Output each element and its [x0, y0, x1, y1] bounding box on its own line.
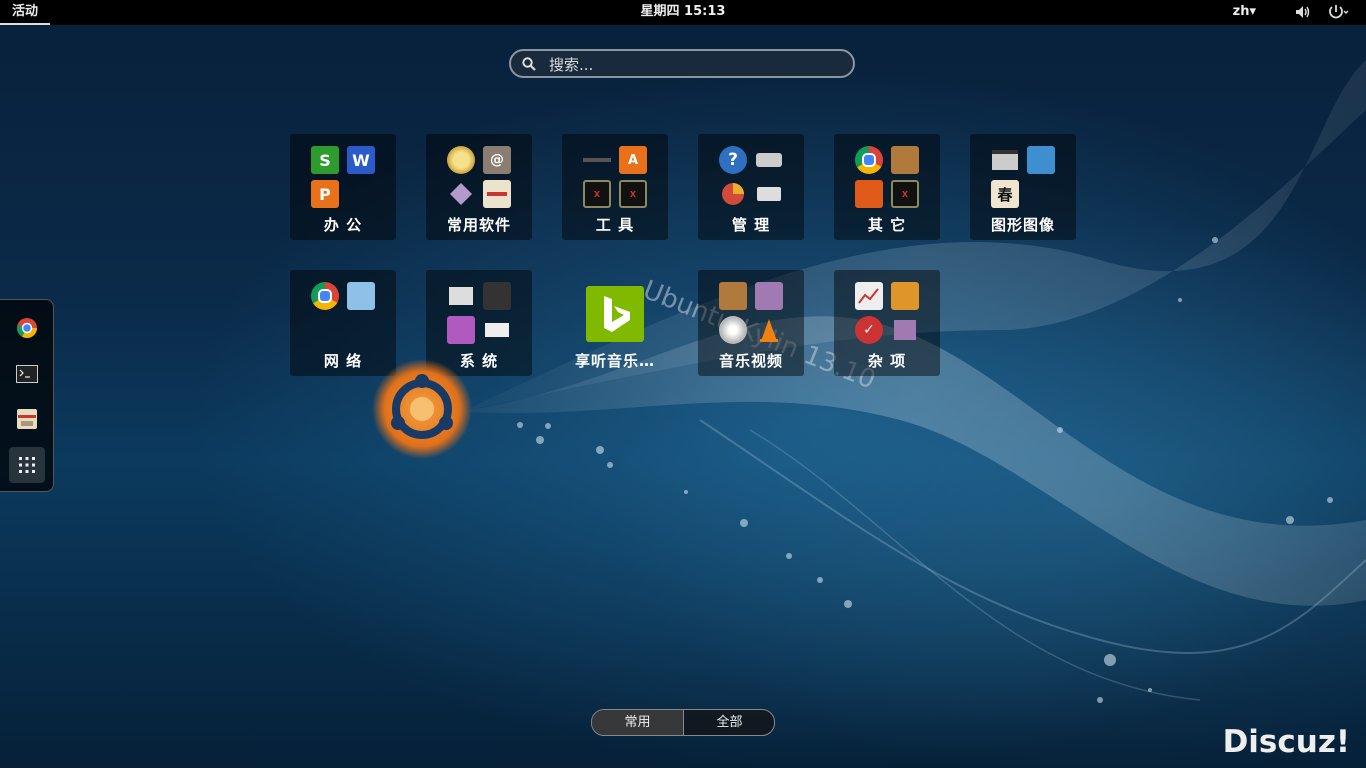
- chrome-icon: [855, 146, 883, 174]
- chat-icon: [347, 282, 375, 310]
- file-cabinet-icon: [483, 180, 511, 208]
- package-icon: [891, 146, 919, 174]
- cd-icon: [719, 316, 747, 344]
- folder-label: 管 理: [731, 216, 771, 234]
- wallpaper-wave: [470, 60, 1366, 703]
- power-icon[interactable]: [1328, 4, 1350, 20]
- folder-misc[interactable]: ✓ 杂 项: [834, 270, 940, 376]
- folder-label: 音乐视频: [718, 352, 783, 370]
- folder-label: 常用软件: [446, 216, 511, 234]
- folder-label: 工 具: [595, 216, 635, 234]
- file-cabinet-icon: [17, 409, 37, 429]
- dash-item-chrome[interactable]: [9, 310, 45, 346]
- chrome-icon: [16, 318, 37, 338]
- folder-other[interactable]: X 其 它: [834, 134, 940, 240]
- search-icon: [522, 57, 536, 71]
- terminal-icon: [16, 365, 38, 383]
- lock-safe-icon: [483, 282, 511, 310]
- watermark: Discuz!: [1222, 724, 1350, 760]
- search-input[interactable]: [547, 51, 841, 79]
- dash: [0, 299, 54, 492]
- keyboard-icon: [583, 146, 611, 174]
- network-icon: [891, 316, 919, 344]
- vlc-icon: [755, 316, 783, 344]
- show-apps-button[interactable]: [9, 447, 45, 483]
- webcam-icon: [755, 282, 783, 310]
- volume-icon[interactable]: [1295, 5, 1311, 19]
- edit-tool-icon: [447, 282, 475, 310]
- chart-icon: [855, 282, 883, 310]
- clock-icon: [447, 146, 475, 174]
- folder-label: 其 它: [867, 216, 907, 234]
- xterm-icon: X: [583, 180, 611, 208]
- view-selector: 常用 全部: [591, 709, 775, 736]
- folder-label: 杂 项: [867, 352, 907, 370]
- package-icon: [719, 282, 747, 310]
- xterm-icon: X: [619, 180, 647, 208]
- image-viewer-icon: [1027, 146, 1055, 174]
- app-label: 享听音乐…: [574, 352, 655, 370]
- help-icon: ?: [719, 146, 747, 174]
- folder-tools[interactable]: A X X 工 具: [562, 134, 668, 240]
- diamond-tool-icon: [447, 180, 475, 208]
- search-box[interactable]: [509, 49, 855, 79]
- clock[interactable]: 星期四 15:13: [0, 0, 1366, 24]
- printer-icon: [483, 316, 511, 344]
- scanner-icon: [755, 146, 783, 174]
- ubuntu-kylin-logo: [372, 359, 472, 459]
- dash-item-terminal[interactable]: [9, 356, 45, 392]
- office-icon: [855, 180, 883, 208]
- app-music-player[interactable]: 享听音乐…: [562, 270, 668, 376]
- folder-icon: [891, 282, 919, 310]
- music-app-icon: [586, 286, 644, 342]
- tab-all[interactable]: 全部: [684, 710, 774, 735]
- show-apps-icon: [19, 457, 35, 473]
- wps-spreadsheet-icon: S: [311, 146, 339, 174]
- folder-common-software[interactable]: @ 常用软件: [426, 134, 532, 240]
- folder-media[interactable]: 音乐视频: [698, 270, 804, 376]
- software-center-icon: A: [619, 146, 647, 174]
- address-book-icon: @: [483, 146, 511, 174]
- xterm-icon: X: [891, 180, 919, 208]
- spring-couplet-icon: 春: [991, 180, 1019, 208]
- scanner-icon: [991, 146, 1019, 174]
- printer-icon: [755, 180, 783, 208]
- folder-graphics[interactable]: 春 图形图像: [970, 134, 1076, 240]
- chrome-icon: [311, 282, 339, 310]
- wps-presentation-icon: P: [311, 180, 339, 208]
- dash-item-file-cabinet[interactable]: [9, 401, 45, 437]
- checkmark-icon: ✓: [855, 316, 883, 344]
- folder-office[interactable]: S W P 办 公: [290, 134, 396, 240]
- top-panel: 活动 星期四 15:13 zh▾: [0, 0, 1366, 25]
- language-indicator[interactable]: zh▾: [1233, 0, 1256, 24]
- disk-usage-icon: [719, 180, 747, 208]
- wps-writer-icon: W: [347, 146, 375, 174]
- folder-label: 图形图像: [990, 216, 1055, 234]
- folder-admin[interactable]: ? 管 理: [698, 134, 804, 240]
- display-icon: [447, 316, 475, 344]
- folder-label: 办 公: [323, 216, 363, 234]
- tab-frequent[interactable]: 常用: [592, 710, 683, 735]
